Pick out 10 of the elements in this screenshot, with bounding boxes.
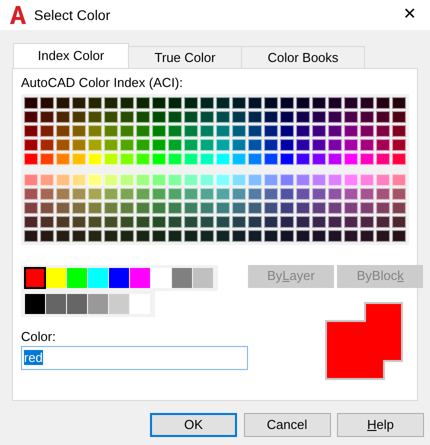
palette-label: AutoCAD Color Index (ACI): bbox=[21, 74, 184, 92]
color-input-field[interactable]: red bbox=[21, 346, 248, 370]
tab[interactable]: Color Books bbox=[241, 46, 365, 68]
window-title: Select Color bbox=[34, 6, 110, 24]
color-label: Color: bbox=[21, 328, 57, 346]
close-button[interactable]: ✕ bbox=[399, 3, 420, 27]
dialog-button[interactable]: Help bbox=[337, 413, 424, 437]
tab[interactable]: Index Color bbox=[13, 43, 129, 68]
dialog-button[interactable]: OK bbox=[150, 413, 237, 437]
dialog-button[interactable]: Cancel bbox=[244, 413, 330, 437]
